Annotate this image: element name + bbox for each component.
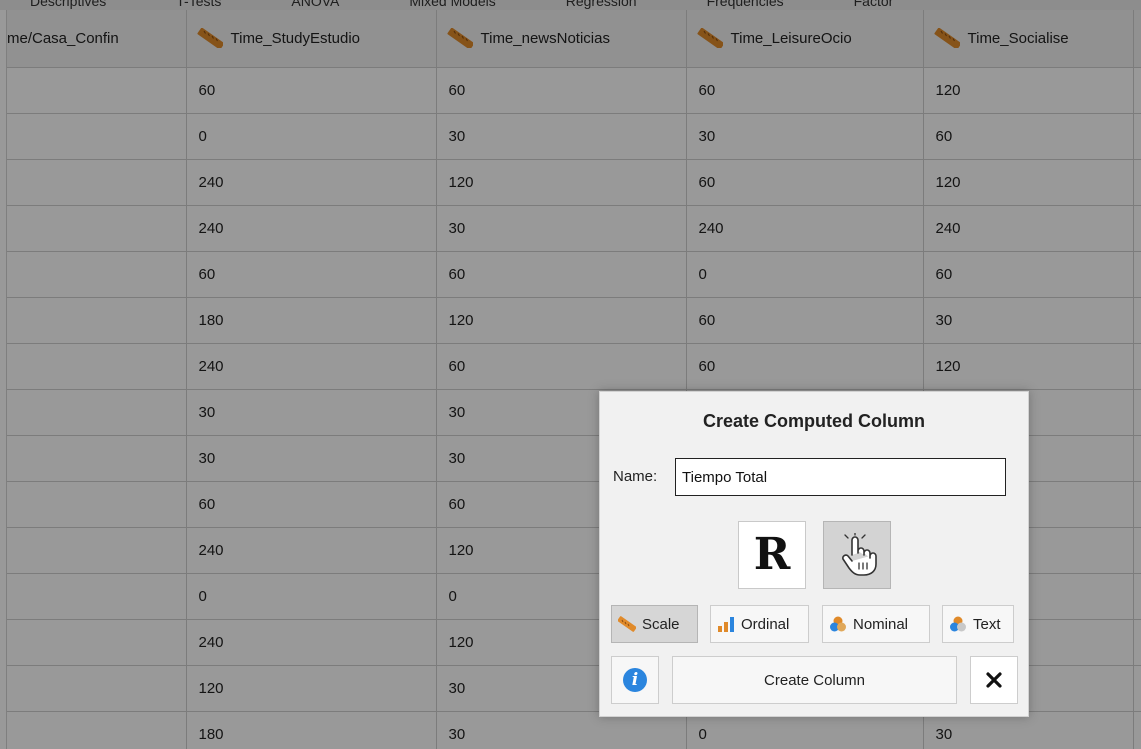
- nominal-type-label: Nominal: [853, 615, 909, 633]
- scale-type-label: Scale: [642, 615, 680, 633]
- r-code-button[interactable]: R: [738, 521, 806, 589]
- dialog-title: Create Computed Column: [702, 411, 925, 431]
- scale-type-button[interactable]: Scale: [611, 605, 698, 643]
- close-icon: [986, 672, 1002, 688]
- bar-chart-icon: [718, 617, 734, 632]
- nominal-type-button[interactable]: Nominal: [822, 605, 930, 643]
- text-type-label: Text: [973, 615, 1001, 633]
- close-button[interactable]: [970, 656, 1018, 704]
- ordinal-type-button[interactable]: Ordinal: [710, 605, 809, 643]
- name-input[interactable]: [675, 458, 1006, 496]
- create-computed-column-dialog: Create Computed Column Name: R Scale Ord…: [599, 391, 1029, 717]
- info-button[interactable]: i: [611, 656, 659, 704]
- text-type-button[interactable]: Text: [942, 605, 1014, 643]
- ruler-icon: [618, 616, 636, 632]
- drag-drop-button[interactable]: [823, 521, 891, 589]
- name-label: Name:: [613, 468, 658, 485]
- venn-text-icon: [950, 616, 966, 632]
- info-icon: i: [623, 668, 647, 692]
- create-column-button[interactable]: Create Column: [672, 656, 957, 704]
- venn-icon: [830, 616, 846, 632]
- hand-pointer-icon: [842, 533, 877, 576]
- r-logo-icon: R: [753, 529, 791, 580]
- ordinal-type-label: Ordinal: [741, 615, 790, 633]
